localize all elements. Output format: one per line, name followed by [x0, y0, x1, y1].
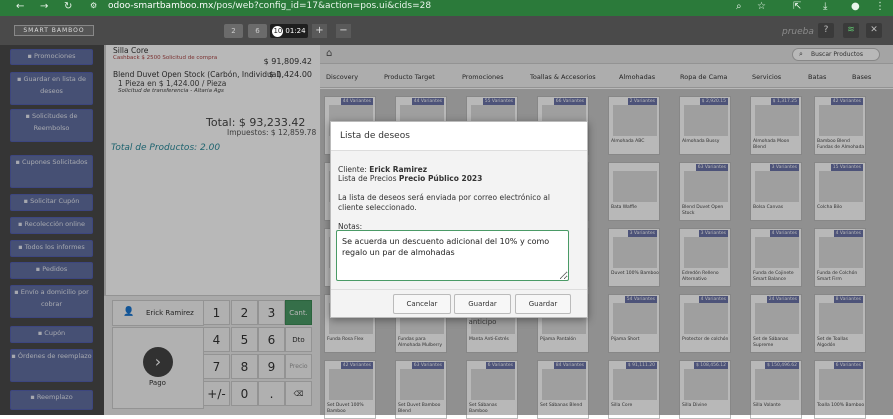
- remove-order-button[interactable]: −: [336, 24, 351, 38]
- pricelist-name: Precio Público 2023: [398, 174, 483, 183]
- bookmark-icon[interactable]: ☆: [757, 1, 766, 12]
- pricelist-line: Lista de Precios Precio Público 2023: [338, 174, 482, 183]
- close-session-icon[interactable]: ✕: [866, 23, 882, 38]
- logo: SMART BAMBOO: [14, 25, 94, 36]
- dialog-title: Lista de deseos: [340, 131, 410, 141]
- pricelist-label: Lista de Precios: [338, 174, 397, 183]
- reload-icon[interactable]: ↻: [64, 1, 72, 12]
- profile-icon[interactable]: ●: [851, 1, 860, 12]
- order-tab-2[interactable]: 2: [224, 24, 243, 38]
- site-info-icon[interactable]: ⚙: [90, 1, 97, 10]
- order-tab-time: 01:24: [285, 27, 306, 35]
- notes-field[interactable]: Se acuerda un descuento adicional del 10…: [336, 230, 569, 281]
- order-tab-6[interactable]: 6: [248, 24, 267, 38]
- cancel-button[interactable]: Cancelar: [393, 294, 451, 314]
- menu-icon[interactable]: ⋮: [875, 1, 885, 12]
- forward-icon[interactable]: →: [40, 1, 48, 12]
- save-button[interactable]: Guardar: [515, 294, 571, 314]
- wifi-icon: ≋: [843, 23, 859, 38]
- client-line: Cliente: Erick Ramirez: [338, 165, 427, 174]
- download-icon[interactable]: ⤓: [823, 1, 827, 12]
- dialog-header: Lista de deseos: [331, 122, 587, 151]
- dialog-divider: [331, 289, 587, 290]
- order-tab-active[interactable]: 10 01:24: [270, 24, 308, 38]
- pos-header: [0, 16, 893, 45]
- user-name[interactable]: prueba: [782, 27, 814, 37]
- dialog-info: La lista de deseos será enviada por corr…: [338, 193, 550, 212]
- back-icon[interactable]: ←: [16, 1, 24, 12]
- save-advance-button[interactable]: Guardar anticipo: [454, 294, 511, 326]
- address-bar[interactable]: odoo-smartbamboo.mx/pos/web?config_id=17…: [108, 1, 431, 11]
- help-button[interactable]: ?: [818, 23, 834, 38]
- client-name: Erick Ramirez: [369, 165, 428, 174]
- add-order-button[interactable]: +: [312, 24, 327, 38]
- zoom-icon[interactable]: ⌕: [736, 1, 742, 12]
- order-tab-number: 10: [272, 26, 284, 37]
- browser-bar: ← → ↻ ⚙ odoo-smartbamboo.mx/pos/web?conf…: [0, 0, 893, 16]
- client-label: Cliente:: [338, 165, 367, 174]
- extensions-icon[interactable]: ⇱: [793, 1, 801, 12]
